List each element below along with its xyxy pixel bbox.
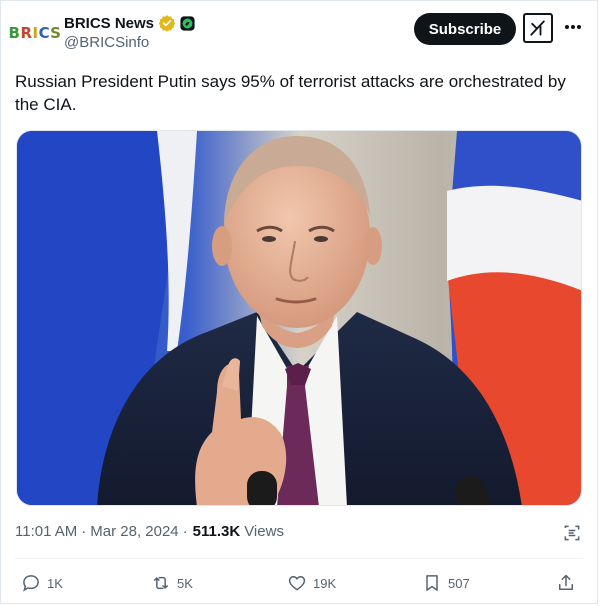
reply-count: 1K <box>47 575 63 591</box>
verified-badge-icon <box>158 15 176 32</box>
bookmark-icon <box>426 575 438 591</box>
subscribe-button[interactable]: Subscribe <box>414 13 516 45</box>
bookmark-button[interactable]: 507 <box>422 571 470 595</box>
action-bar: 1K 5K 19K 507 <box>15 571 589 595</box>
tweet-time[interactable]: 11:01 AM <box>15 523 77 540</box>
views-count: 511.3K <box>192 523 241 540</box>
repost-button[interactable]: 5K <box>151 571 193 595</box>
repost-count: 5K <box>177 575 193 591</box>
heart-icon <box>288 576 306 591</box>
analytics-icon[interactable] <box>562 523 582 543</box>
meta-separator: · <box>81 523 87 540</box>
avatar[interactable]: BRICS <box>9 19 61 47</box>
grok-icon[interactable] <box>523 13 553 43</box>
repost-icon <box>154 576 168 590</box>
grok-glyph-icon <box>530 20 545 36</box>
views-label: Views <box>244 523 284 540</box>
meta-separator: · <box>182 523 188 540</box>
tweet-card: BRICS BRICS News @BRICSinfo Subscribe Ru… <box>0 0 598 604</box>
more-dots-icon <box>565 25 581 29</box>
putin-photo <box>17 131 581 505</box>
reply-button[interactable]: 1K <box>21 571 63 595</box>
reply-icon <box>23 575 39 592</box>
affiliate-badge-icon <box>180 15 195 31</box>
tweet-media-photo[interactable] <box>16 130 582 506</box>
tweet-meta: 11:01 AM · Mar 28, 2024 · 511.3K Views <box>15 523 284 540</box>
like-button[interactable]: 19K <box>287 571 336 595</box>
share-icon <box>559 574 573 590</box>
author-handle[interactable]: @BRICSinfo <box>64 34 149 51</box>
share-button[interactable] <box>556 571 576 595</box>
tweet-text: Russian President Putin says 95% of terr… <box>15 72 566 114</box>
display-name[interactable]: BRICS News <box>64 15 154 32</box>
bookmark-count: 507 <box>448 575 470 591</box>
more-icon[interactable] <box>563 19 583 35</box>
tweet-date[interactable]: Mar 28, 2024 <box>90 523 178 540</box>
author-name-row: BRICS News <box>64 13 196 33</box>
divider <box>15 558 583 559</box>
like-count: 19K <box>313 575 337 591</box>
